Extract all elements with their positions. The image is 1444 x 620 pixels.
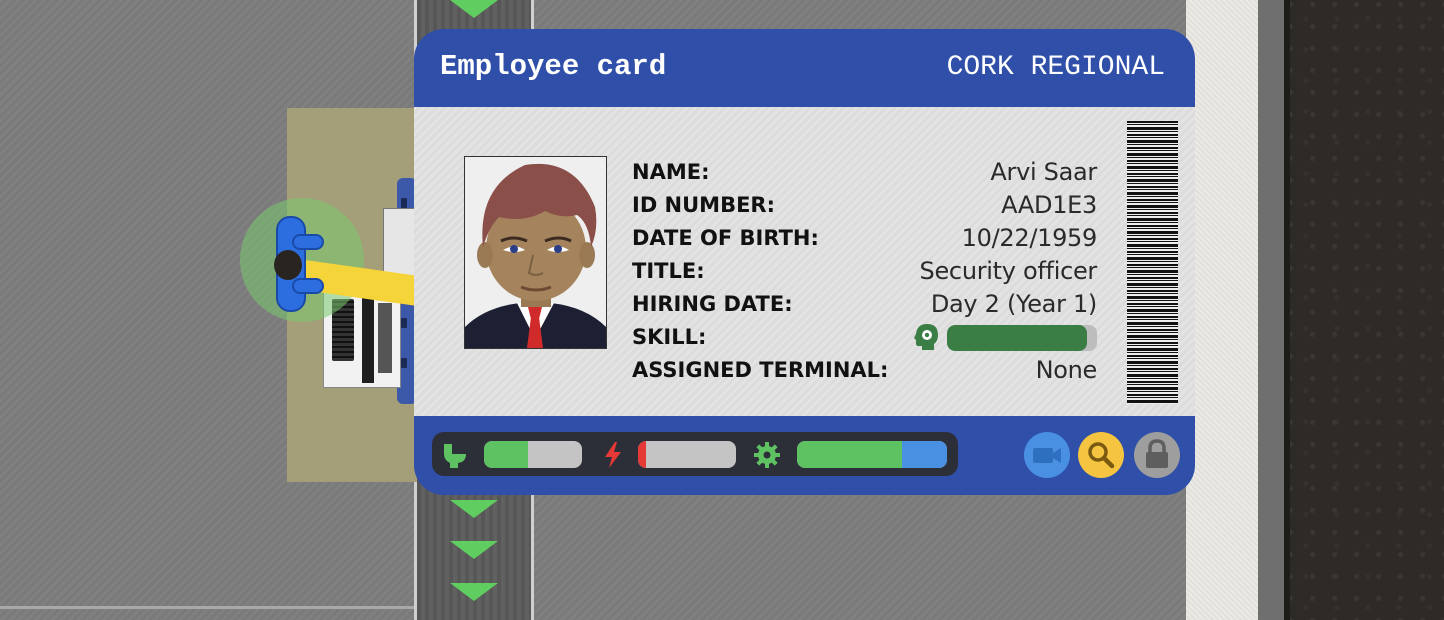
skill-progress-green: [797, 441, 902, 468]
value-id-number: AAD1E3: [1001, 191, 1097, 219]
wall-shadow: [1258, 0, 1284, 620]
label-assigned-terminal: ASSIGNED TERMINAL:: [632, 358, 889, 382]
belt-arrow-icon: [450, 0, 498, 18]
employee-head: [274, 250, 302, 280]
card-header: Employee card CORK REGIONAL: [414, 29, 1195, 107]
label-date-of-birth: DATE OF BIRTH:: [632, 226, 819, 250]
belt-arrow-icon: [450, 583, 498, 601]
camera-button[interactable]: [1024, 432, 1070, 478]
magnifier-icon: [1078, 432, 1124, 478]
value-name: Arvi Saar: [990, 158, 1097, 186]
label-name: NAME:: [632, 160, 710, 184]
employee-card[interactable]: Employee card CORK REGIONAL NAME: ID NUM…: [414, 29, 1195, 495]
field-labels: NAME: ID NUMBER: DATE OF BIRTH: TITLE: H…: [632, 156, 888, 387]
outside-ground: [1284, 0, 1444, 620]
label-id-number: ID NUMBER:: [632, 193, 776, 217]
barcode: [1127, 121, 1178, 404]
skill-gear-head-icon: [914, 324, 938, 350]
card-title: Employee card: [440, 50, 667, 83]
toilet-icon: [444, 444, 466, 468]
monitor-stand-icon: [378, 303, 392, 373]
wall: [1186, 0, 1258, 620]
skill-progress-track: [797, 441, 947, 468]
card-body: NAME: ID NUMBER: DATE OF BIRTH: TITLE: H…: [414, 107, 1195, 416]
employee-sprite[interactable]: [274, 216, 330, 312]
value-date-of-birth: 10/22/1959: [961, 224, 1098, 252]
needs-panel: [432, 432, 958, 476]
monitor-icon: [362, 295, 374, 383]
organization-name: CORK REGIONAL: [946, 52, 1165, 83]
gear-icon: [754, 442, 780, 468]
skill-bar-track: [947, 325, 1097, 351]
value-assigned-terminal: None: [1035, 356, 1098, 384]
energy-bar-fill: [638, 441, 646, 468]
belt-arrow-icon: [450, 541, 498, 559]
label-hiring-date: HIRING DATE:: [632, 292, 793, 316]
label-title: TITLE:: [632, 259, 705, 283]
belt-arrow-icon: [450, 500, 498, 518]
skill-meter: [914, 321, 1099, 355]
skill-progress-blue: [902, 441, 947, 468]
energy-bar-track: [638, 441, 736, 468]
value-title: Security officer: [919, 257, 1098, 285]
card-footer: [414, 416, 1195, 495]
toilet-bar-track: [484, 441, 582, 468]
floor-border: [0, 606, 414, 609]
lock-button[interactable]: [1134, 432, 1180, 478]
outside-edge: [1284, 0, 1290, 620]
padlock-icon: [1134, 432, 1180, 478]
video-camera-icon: [1024, 432, 1070, 478]
skill-bar-fill: [947, 325, 1087, 351]
toilet-bar-fill: [484, 441, 529, 468]
employee-portrait: [464, 156, 607, 349]
lightning-icon: [605, 442, 621, 468]
value-hiring-date: Day 2 (Year 1): [930, 290, 1097, 318]
label-skill: SKILL:: [632, 325, 707, 349]
search-button[interactable]: [1078, 432, 1124, 478]
